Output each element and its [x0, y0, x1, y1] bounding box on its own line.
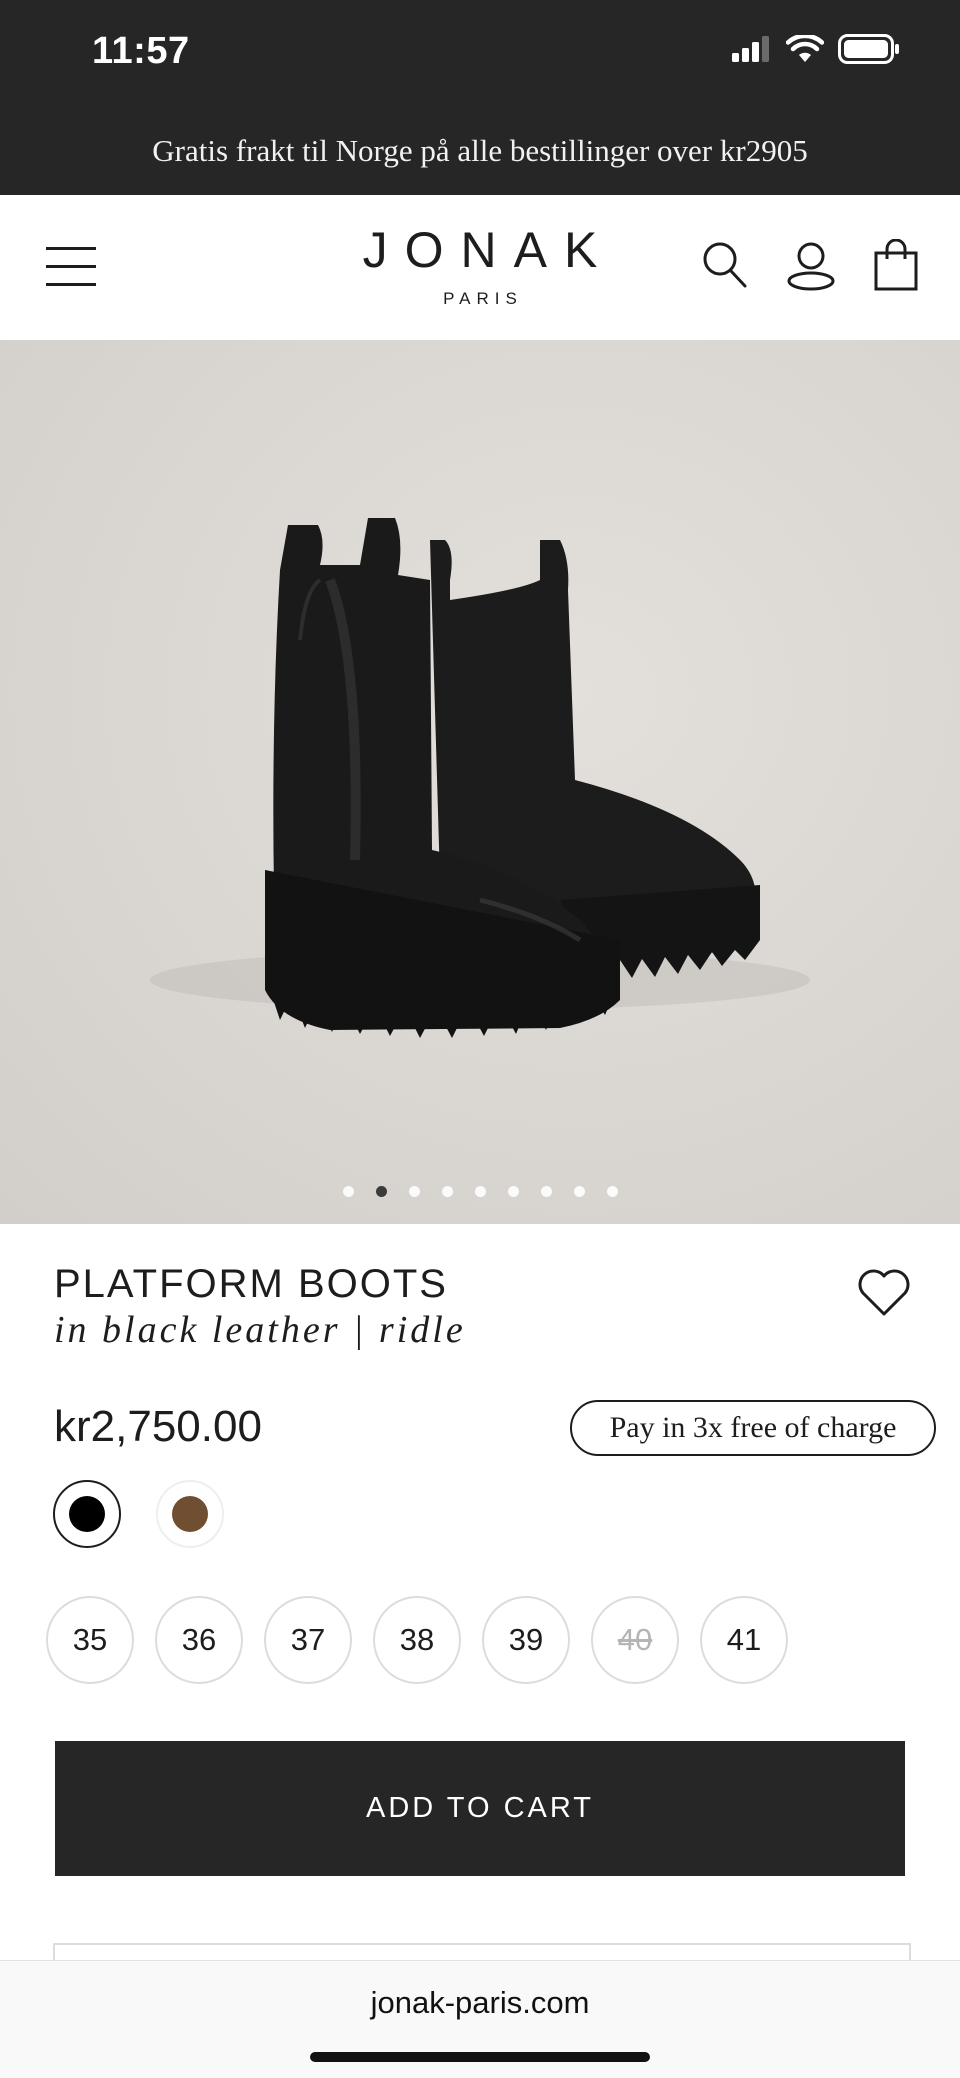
size-option-41[interactable]: 41	[700, 1596, 788, 1684]
logo-city: PARIS	[443, 289, 523, 308]
size-option-35[interactable]: 35	[46, 1596, 134, 1684]
gallery-dot-4[interactable]	[441, 1186, 453, 1197]
browser-address-bar: jonak-paris.com	[0, 1960, 960, 2078]
gallery-dot-9[interactable]	[606, 1186, 618, 1197]
add-to-cart-button[interactable]: ADD TO CART	[55, 1741, 905, 1876]
status-time: 11:57	[92, 30, 190, 72]
browser-url[interactable]: jonak-paris.com	[0, 1985, 960, 2021]
shipping-promo-banner: Gratis frakt til Norge på alle bestillin…	[0, 106, 960, 195]
gallery-dot-1[interactable]	[342, 1186, 354, 1197]
platform-boots-image	[150, 518, 810, 1038]
status-bar: 11:57	[0, 0, 960, 106]
size-option-39[interactable]: 39	[482, 1596, 570, 1684]
color-swatch-black-fill	[69, 1496, 105, 1532]
size-option-37[interactable]: 37	[264, 1596, 352, 1684]
pay-in-installments-button[interactable]: Pay in 3x free of charge	[570, 1400, 936, 1456]
pay-in-installments-label: Pay in 3x free of charge	[609, 1411, 897, 1444]
product-image-gallery[interactable]	[0, 340, 960, 1224]
add-to-cart-label: ADD TO CART	[366, 1792, 594, 1824]
product-subtitle: in black leather | ridle	[54, 1309, 466, 1351]
promo-text: Gratis frakt til Norge på alle bestillin…	[152, 132, 808, 168]
gallery-dot-3[interactable]	[408, 1186, 420, 1197]
size-selector: 35 36 37 38 39 40 41	[46, 1596, 788, 1684]
home-indicator[interactable]	[310, 2052, 650, 2062]
status-icons	[732, 34, 900, 64]
gallery-dot-7[interactable]	[540, 1186, 552, 1197]
gallery-dot-6[interactable]	[507, 1186, 519, 1197]
battery-icon	[838, 34, 899, 64]
color-swatch-brown-fill	[172, 1496, 208, 1532]
gallery-pagination	[0, 1186, 960, 1197]
gallery-dot-8[interactable]	[573, 1186, 585, 1197]
color-swatch-black[interactable]	[53, 1480, 121, 1548]
account-icon[interactable]	[786, 241, 836, 291]
shopping-bag-icon[interactable]	[874, 239, 918, 291]
search-icon[interactable]	[702, 241, 748, 289]
size-option-38[interactable]: 38	[373, 1596, 461, 1684]
wishlist-heart-icon[interactable]	[856, 1266, 912, 1318]
gallery-dot-5[interactable]	[474, 1186, 486, 1197]
color-swatch-brown[interactable]	[156, 1480, 224, 1548]
product-price: kr2,750.00	[54, 1402, 262, 1451]
size-option-36[interactable]: 36	[155, 1596, 243, 1684]
gallery-dot-2-active[interactable]	[375, 1186, 387, 1197]
size-option-40-unavailable[interactable]: 40	[591, 1596, 679, 1684]
cellular-signal-icon	[732, 36, 769, 62]
wifi-icon	[786, 35, 824, 62]
site-header: JONAK PARIS	[0, 195, 960, 340]
product-title: PLATFORM BOOTS	[54, 1262, 448, 1306]
